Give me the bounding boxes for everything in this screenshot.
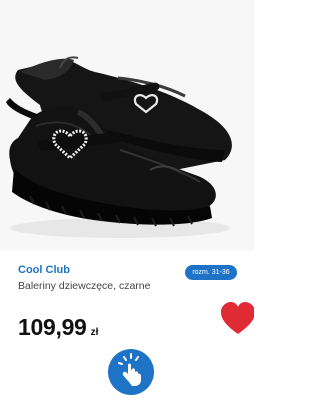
tap-hand-icon [108, 349, 154, 395]
product-card[interactable]: Cool Club rozm. 31-36 Baleriny dziewczęc… [0, 0, 254, 400]
price-amount: 109,99 [18, 314, 87, 340]
product-image[interactable] [0, 0, 254, 250]
price-currency: zł [90, 327, 99, 338]
size-badge: rozm. 31-36 [185, 265, 237, 280]
wishlist-heart-button[interactable] [219, 300, 254, 338]
brand-name[interactable]: Cool Club [18, 264, 70, 276]
heart-icon [221, 302, 254, 334]
product-name[interactable]: Baleriny dziewczęce, czarne [18, 279, 168, 293]
price: 109,99 zł [18, 314, 98, 341]
tap-button[interactable] [107, 348, 155, 396]
